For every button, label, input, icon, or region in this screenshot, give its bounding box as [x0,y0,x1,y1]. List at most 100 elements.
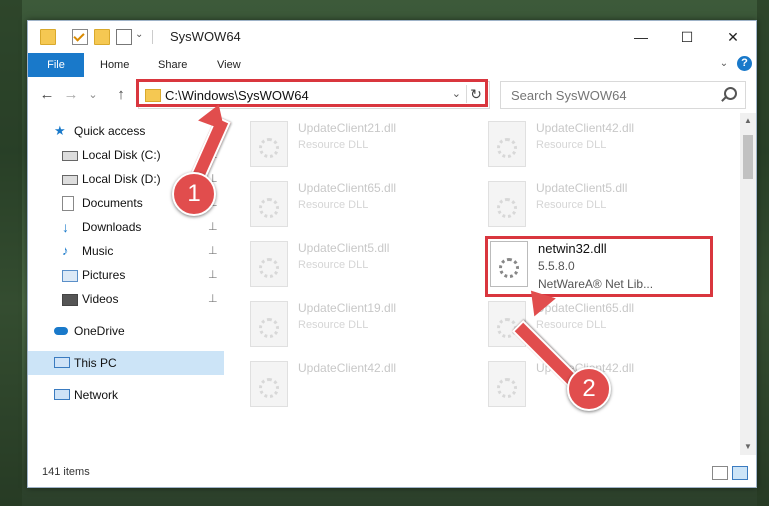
videos-icon [62,294,78,306]
dll-file-icon [250,301,288,347]
search-box[interactable] [500,81,746,109]
expand-ribbon-icon[interactable]: ⌄ [718,58,730,70]
forward-button[interactable]: → [62,86,80,104]
file-item[interactable]: UpdateClient5.dll Resource DLL [250,241,460,293]
back-button[interactable]: ← [38,86,56,104]
file-type: Resource DLL [536,319,607,331]
cloud-icon [54,327,68,335]
title-separator [152,30,153,44]
help-icon[interactable]: ? [737,56,752,71]
drive-icon [62,175,78,185]
sidebar-item-label: This PC [74,356,117,370]
file-item[interactable]: UpdateClient5.dll Resource DLL [488,181,698,233]
address-path[interactable]: C:\Windows\SysWOW64 [165,88,309,103]
window-title: SysWOW64 [170,29,241,44]
search-input[interactable] [509,87,713,104]
sidebar-item-pictures[interactable]: Pictures ⊥ [62,263,224,287]
dll-file-icon [250,181,288,227]
scroll-down-icon[interactable]: ▼ [740,439,756,455]
file-item[interactable]: UpdateClient42.dll [250,361,460,413]
file-item[interactable]: UpdateClient21.dll Resource DLL [250,121,460,173]
file-type: Resource DLL [298,259,369,271]
vertical-scrollbar[interactable]: ▲ ▼ [740,113,756,455]
sidebar-item-label: Videos [82,292,119,306]
file-highlight-box [485,236,713,297]
pin-icon[interactable]: ⊥ [208,287,218,311]
file-name: UpdateClient42.dll [536,121,635,135]
file-name: UpdateClient19.dll [298,301,397,315]
address-dropdown-icon[interactable]: ⌄ [452,87,461,100]
folder-icon [40,29,56,45]
new-folder-icon[interactable] [94,29,110,45]
dll-file-icon [250,241,288,287]
search-icon[interactable] [724,87,737,100]
ribbon-tabs: File Home Share View ⌄ ? [28,53,756,78]
dll-file-icon [488,121,526,167]
folder-icon [145,89,161,102]
file-name: UpdateClient21.dll [298,121,397,135]
close-button[interactable]: ✕ [710,21,756,53]
sidebar-item-label: Downloads [82,220,142,234]
callout-badge-2: 2 [567,367,611,411]
item-count: 141 items [42,466,90,478]
refresh-button[interactable]: ↻ [466,85,485,103]
sidebar-item-label: Network [74,388,119,402]
scroll-thumb[interactable] [743,135,753,179]
sidebar-item-label: Pictures [82,268,126,282]
file-type: Resource DLL [536,199,607,211]
sidebar-item-this-pc[interactable]: This PC [54,351,224,375]
file-item[interactable]: UpdateClient65.dll Resource DLL [250,181,460,233]
tab-view[interactable]: View [217,53,241,77]
sidebar-item-onedrive[interactable]: OneDrive [54,319,224,343]
sidebar-item-quick-access[interactable]: ★ Quick access [54,119,224,143]
minimize-button[interactable]: — [618,21,664,53]
pin-icon[interactable]: ⊥ [208,215,218,239]
sidebar-item-videos[interactable]: Videos ⊥ [62,287,224,311]
file-name: UpdateClient65.dll [298,181,397,195]
file-name: UpdateClient65.dll [536,301,635,315]
documents-icon [62,196,74,211]
toolbar-dropdown-icon[interactable]: ⌄ [135,29,149,43]
tab-share[interactable]: Share [158,53,187,77]
customize-toolbar-icon[interactable] [116,29,132,45]
file-name: UpdateClient5.dll [536,181,628,195]
file-name: UpdateClient42.dll [298,361,397,375]
details-view-icon[interactable] [712,466,728,480]
file-type: Resource DLL [298,199,369,211]
file-item[interactable]: UpdateClient42.dll Resource DLL [488,121,698,173]
pin-icon[interactable]: ⊥ [208,263,218,287]
dll-file-icon [488,181,526,227]
dll-file-icon [250,121,288,167]
sidebar-item-network[interactable]: Network [54,383,224,407]
background-forest [0,0,22,506]
sidebar-item-downloads[interactable]: ↓ Downloads ⊥ [62,215,224,239]
scroll-up-icon[interactable]: ▲ [740,113,756,129]
music-icon: ♪ [62,243,69,258]
maximize-button[interactable]: ☐ [664,21,710,53]
address-bar[interactable]: C:\Windows\SysWOW64 ⌄ ↻ [138,81,490,109]
drive-icon [62,151,78,161]
tab-file[interactable]: File [28,53,84,77]
pin-icon[interactable]: ⊥ [208,239,218,263]
status-bar: 141 items [28,455,756,487]
dll-file-icon [250,361,288,407]
sidebar-item-label: Music [82,244,114,258]
large-icons-view-icon[interactable] [732,466,748,480]
sidebar-item-label: Quick access [74,124,146,138]
sidebar-item-label: Local Disk (D:) [82,172,161,186]
sidebar-item-label: Local Disk (C:) [82,148,161,162]
sidebar-item-music[interactable]: ♪ Music ⊥ [62,239,224,263]
navigation-bar: ← → ⌄ ↑ C:\Windows\SysWOW64 ⌄ ↻ [28,77,756,113]
properties-icon[interactable] [72,29,88,45]
tab-home[interactable]: Home [100,53,129,77]
file-name: UpdateClient5.dll [298,241,390,255]
sidebar-item-label: OneDrive [74,324,125,338]
up-button[interactable]: ↑ [112,86,130,104]
sidebar-item-label: Documents [82,196,143,210]
recent-locations-button[interactable]: ⌄ [84,86,102,104]
pictures-icon [62,270,78,282]
file-item[interactable]: UpdateClient19.dll Resource DLL [250,301,460,353]
file-type: Resource DLL [298,139,369,151]
file-type: Resource DLL [298,319,369,331]
computer-icon [54,357,70,368]
